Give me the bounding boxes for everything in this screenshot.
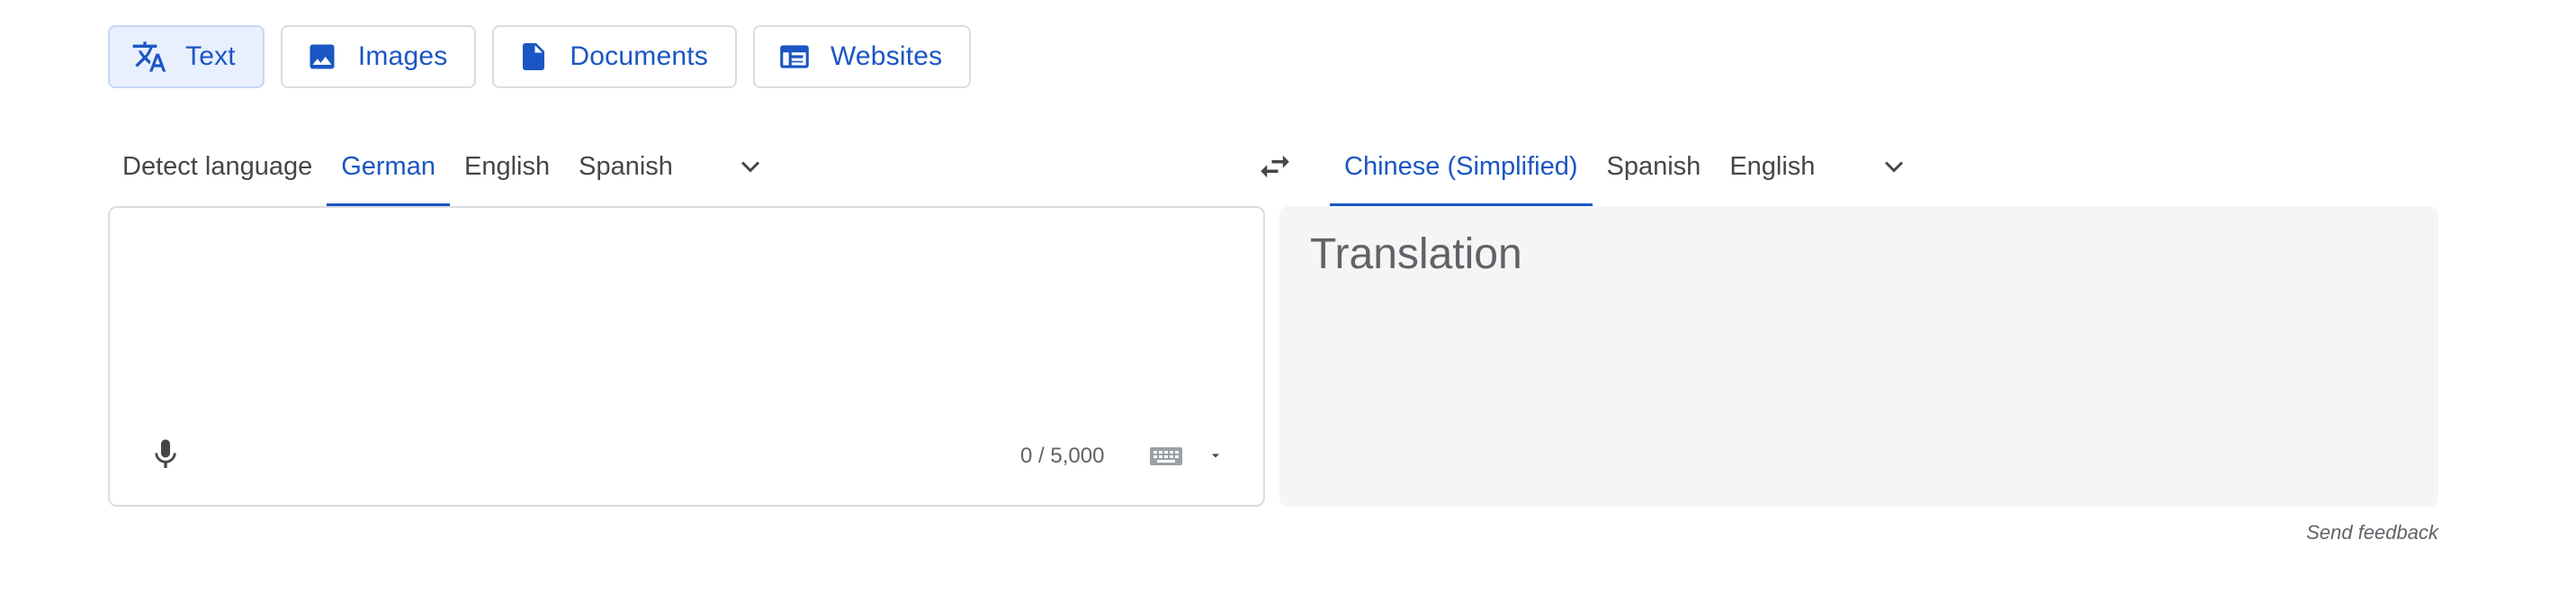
source-tab-german[interactable]: German [327,126,450,207]
source-tab-english[interactable]: English [450,126,564,207]
microphone-icon[interactable] [140,429,191,480]
keyboard-icon[interactable] [1148,444,1184,469]
source-text-input[interactable] [146,235,1227,392]
character-count: 0 / 5,000 [1020,444,1105,468]
send-feedback-link[interactable]: Send feedback [2306,521,2438,544]
mode-selector: Text Images Documents Websites [108,25,972,88]
target-tab-english[interactable]: English [1715,126,1829,207]
source-language-bar: Detect language German English Spanish [108,126,1265,207]
translation-placeholder: Translation [1310,230,1522,278]
translate-icon [131,39,167,75]
images-mode-button[interactable]: Images [280,25,477,88]
images-mode-label: Images [357,41,448,71]
source-text-panel: 0 / 5,000 [108,206,1265,507]
source-tab-detect-language[interactable]: Detect language [108,126,327,207]
documents-mode-button[interactable]: Documents [492,25,737,88]
websites-mode-label: Websites [830,41,943,71]
documents-mode-label: Documents [570,41,708,71]
target-more-languages-chevron-down-icon[interactable] [1867,140,1921,194]
text-mode-label: Text [185,41,236,71]
target-tab-spanish[interactable]: Spanish [1593,126,1716,207]
translation-output-panel: Translation [1279,206,2438,507]
image-icon [304,39,340,75]
swap-languages-button[interactable] [1245,137,1305,196]
websites-mode-button[interactable]: Websites [752,25,972,88]
source-tab-spanish[interactable]: Spanish [564,126,687,207]
target-language-bar: Chinese (Simplified) Spanish English [1330,126,2440,207]
document-icon [516,39,552,75]
swap-arrows-icon [1261,155,1289,178]
text-mode-button[interactable]: Text [108,25,265,88]
target-tab-chinese-simplified[interactable]: Chinese (Simplified) [1330,126,1593,207]
source-more-languages-chevron-down-icon[interactable] [723,140,777,194]
input-tools-caret-down-icon[interactable] [1202,442,1229,469]
website-icon [776,39,812,75]
